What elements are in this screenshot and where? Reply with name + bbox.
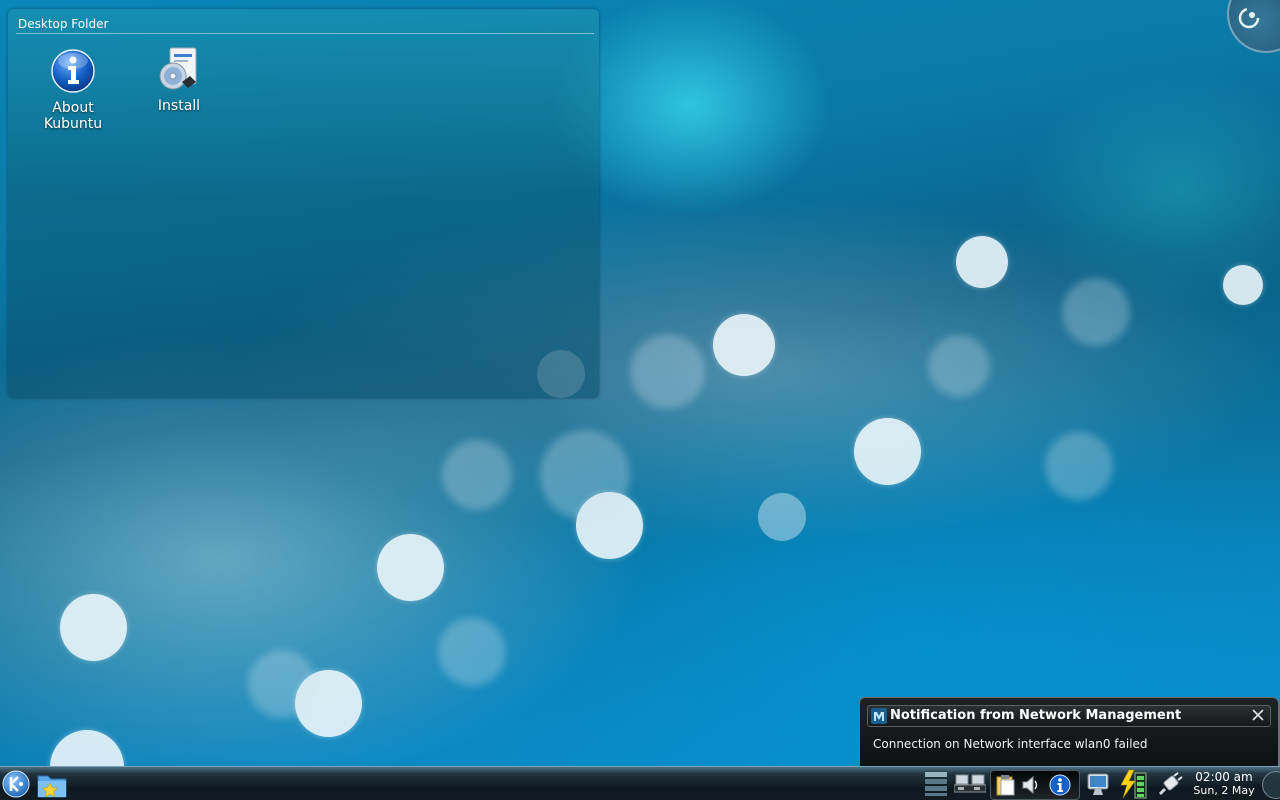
bokeh-circle [1223, 265, 1263, 305]
battery-icon[interactable] [1118, 769, 1148, 799]
taskbar-panel: 02:00 am Sun, 2 May [0, 766, 1280, 800]
install-cd-icon [159, 47, 197, 90]
display-icon[interactable] [1086, 770, 1110, 798]
bokeh-circle [758, 493, 806, 541]
volume-icon[interactable] [1021, 775, 1041, 795]
digital-clock[interactable]: 02:00 am Sun, 2 May [1188, 770, 1260, 798]
bokeh-circle [377, 534, 444, 601]
notification-message: Connection on Network interface wlan0 fa… [873, 737, 1148, 751]
system-tray [990, 770, 1080, 800]
plug-icon[interactable] [1156, 772, 1184, 798]
bokeh-circle [60, 594, 127, 661]
desktop-toolbox-button[interactable] [1227, 0, 1280, 53]
network-icon[interactable] [954, 772, 986, 796]
bokeh-circle [630, 334, 705, 409]
network-management-icon [871, 708, 887, 724]
clock-date: Sun, 2 May [1193, 784, 1255, 797]
notification-header: Notification from Network Management [867, 705, 1271, 727]
desktop-icon-about-kubuntu[interactable]: About Kubuntu [28, 48, 118, 132]
desktop-icon-label: Kubuntu [43, 116, 103, 132]
desktop-folder-widget[interactable]: Desktop Folder About Kubuntu Install [8, 9, 599, 398]
notification-title: Notification from Network Management [890, 708, 1182, 723]
close-icon[interactable] [1250, 707, 1266, 723]
clipboard-icon[interactable] [996, 774, 1016, 796]
info-icon[interactable] [1049, 774, 1071, 796]
desktop[interactable]: Desktop Folder About Kubuntu Install Not… [0, 0, 1280, 800]
bokeh-circle [854, 418, 921, 485]
clock-time: 02:00 am [1195, 770, 1253, 784]
notification-popup[interactable]: Notification from Network Management Con… [859, 697, 1279, 771]
bokeh-circle [928, 335, 990, 397]
desktop-icon-label: About [52, 100, 94, 116]
bokeh-circle [540, 430, 630, 520]
pager-icon[interactable] [924, 771, 948, 797]
kde-kickoff-icon[interactable] [1, 769, 31, 799]
bokeh-circle [1062, 278, 1130, 346]
desktop-icon-label: Install [157, 98, 201, 114]
desktop-icon-install[interactable]: Install [134, 46, 224, 114]
panel-toolbox-button[interactable] [1262, 771, 1280, 799]
bokeh-circle [248, 650, 316, 718]
plasma-toolbox-icon [1238, 7, 1260, 29]
bokeh-circle [1045, 432, 1113, 500]
folder-favorites-icon[interactable] [36, 770, 68, 800]
bokeh-circle [438, 618, 506, 686]
folder-widget-divider [16, 33, 594, 34]
bokeh-circle [713, 314, 775, 376]
info-icon [51, 49, 95, 93]
bokeh-circle [442, 440, 512, 510]
folder-widget-title: Desktop Folder [18, 17, 109, 31]
bokeh-circle [956, 236, 1008, 288]
